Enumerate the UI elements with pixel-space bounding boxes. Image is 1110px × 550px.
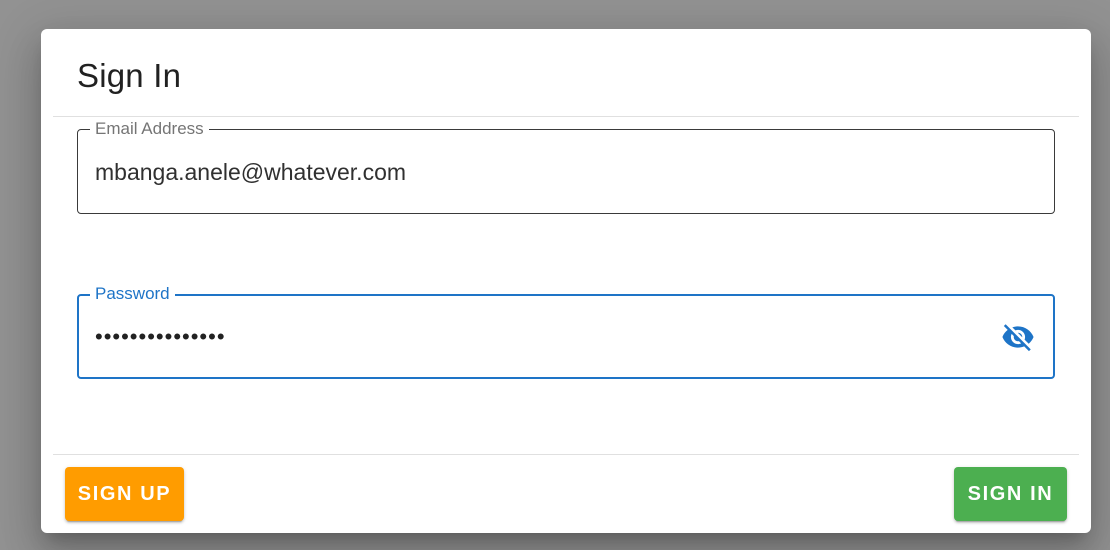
sign-in-dialog: Sign In Email Address mbanga.anele@whate… bbox=[41, 29, 1091, 533]
password-value[interactable]: ••••••••••••••• bbox=[95, 324, 226, 350]
top-divider bbox=[53, 116, 1079, 117]
sign-up-button[interactable]: SIGN UP bbox=[65, 467, 184, 521]
email-label: Email Address bbox=[90, 120, 209, 138]
email-value[interactable]: mbanga.anele@whatever.com bbox=[95, 159, 406, 186]
password-field[interactable]: Password ••••••••••••••• bbox=[77, 285, 1055, 379]
dialog-title: Sign In bbox=[77, 57, 182, 94]
sign-in-button[interactable]: SIGN IN bbox=[954, 467, 1067, 521]
password-label: Password bbox=[90, 285, 175, 303]
email-field[interactable]: Email Address mbanga.anele@whatever.com bbox=[77, 120, 1055, 214]
bottom-divider bbox=[53, 454, 1079, 455]
visibility-off-icon[interactable] bbox=[999, 318, 1037, 356]
eye-slash-icon bbox=[1002, 324, 1034, 352]
